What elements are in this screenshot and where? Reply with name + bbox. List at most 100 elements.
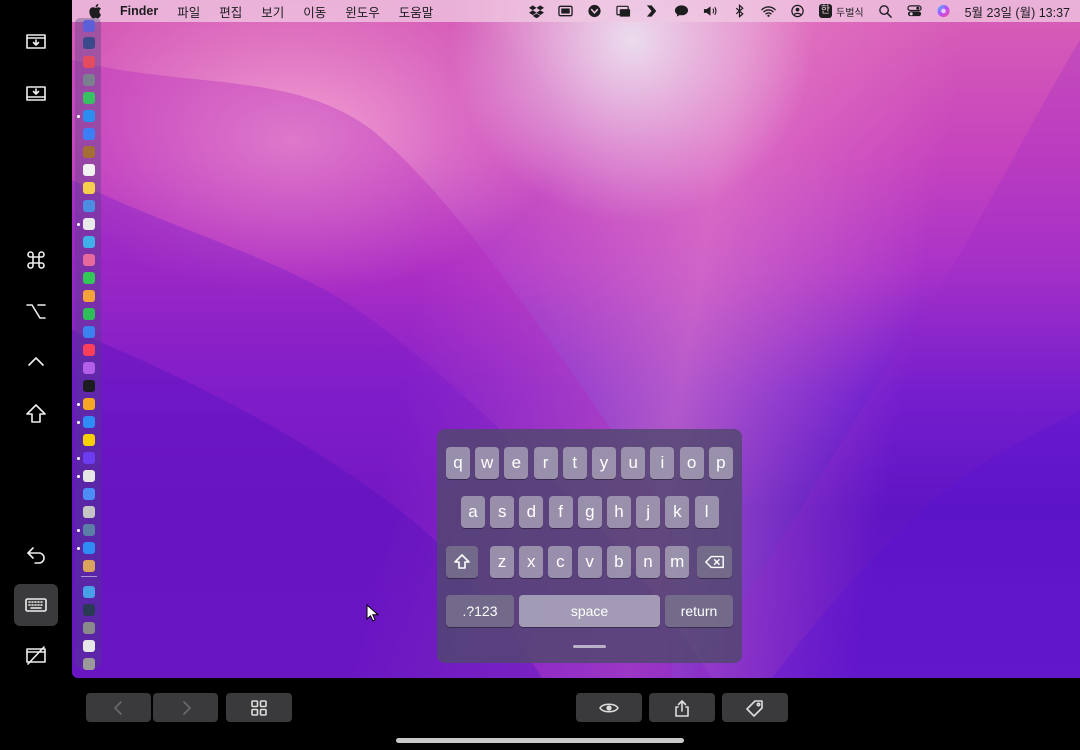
mission-control-dock-icon[interactable]	[83, 74, 95, 86]
siri-icon[interactable]	[936, 0, 951, 22]
kakaotalk-dock-icon[interactable]	[83, 434, 95, 446]
key-s[interactable]: s	[490, 496, 515, 528]
delete-key[interactable]	[697, 546, 732, 578]
key-i[interactable]: i	[650, 447, 675, 479]
photos-dock-icon[interactable]	[83, 254, 95, 266]
preview-dock-icon[interactable]	[83, 524, 95, 536]
books-alt-dock-icon[interactable]	[83, 398, 95, 410]
search-icon[interactable]	[878, 0, 893, 22]
menu-help[interactable]: 도움말	[399, 2, 434, 21]
messages-icon[interactable]	[674, 0, 689, 22]
user-icon[interactable]	[790, 0, 805, 22]
app-name-menu[interactable]: Finder	[120, 4, 158, 18]
music-dock-icon[interactable]	[83, 344, 95, 356]
screen-download-alt-icon[interactable]	[14, 73, 58, 115]
key-n[interactable]: n	[636, 546, 660, 578]
system-prefs-dock-icon[interactable]	[83, 56, 95, 68]
remote-screen[interactable]: Finder 파일 편집 보기 이동 윈도우 도움말 한 두벌식 5월 23일 …	[72, 0, 1080, 678]
dropbox-icon[interactable]	[528, 0, 544, 22]
control-key-icon[interactable]	[14, 341, 58, 383]
key-k[interactable]: k	[665, 496, 690, 528]
key-x[interactable]: x	[519, 546, 544, 578]
key-q[interactable]: q	[446, 447, 470, 479]
menu-file[interactable]: 파일	[177, 2, 200, 21]
numbers-dock-icon[interactable]	[83, 308, 95, 320]
no-display-icon[interactable]	[14, 635, 58, 677]
books-dock-icon[interactable]	[83, 200, 95, 212]
home-indicator[interactable]	[396, 738, 684, 743]
siri-dock-icon[interactable]	[83, 20, 95, 32]
key-y[interactable]: y	[592, 447, 616, 479]
input-method[interactable]: 한 두벌식	[818, 0, 864, 22]
menubar-clock[interactable]: 5월 23일 (월) 13:37	[965, 0, 1070, 22]
key-b[interactable]: b	[606, 546, 631, 578]
key-z[interactable]: z	[490, 546, 514, 578]
keyboard-icon[interactable]	[14, 584, 58, 626]
firefox-dock-icon[interactable]	[83, 452, 95, 464]
sidecar-icon[interactable]	[558, 0, 573, 22]
parallels-icon[interactable]	[645, 0, 660, 22]
podcasts-dock-icon[interactable]	[83, 362, 95, 374]
menu-window[interactable]: 윈도우	[345, 2, 380, 21]
chrome-dock-icon[interactable]	[83, 470, 95, 482]
archive-dock-icon[interactable]	[83, 560, 95, 572]
back-button[interactable]	[86, 693, 151, 722]
shift-key-icon[interactable]	[14, 393, 58, 435]
tv-dock-icon[interactable]	[83, 380, 95, 392]
calendar-dock-icon[interactable]	[83, 164, 95, 176]
display-icon[interactable]	[616, 0, 631, 22]
launchpad-dock-icon[interactable]	[83, 37, 95, 49]
vpn-icon[interactable]	[587, 0, 602, 22]
menu-go[interactable]: 이동	[303, 2, 326, 21]
key-a[interactable]: a	[461, 496, 485, 528]
folder-dock-icon[interactable]	[83, 586, 95, 598]
forward-button[interactable]	[153, 693, 218, 722]
key-e[interactable]: e	[504, 447, 529, 479]
messages-dock-icon[interactable]	[83, 272, 95, 284]
screen-download-icon[interactable]	[14, 21, 58, 63]
key-u[interactable]: u	[621, 447, 646, 479]
settings-dock-icon[interactable]	[83, 488, 95, 500]
shift-key[interactable]	[446, 546, 478, 578]
image-dock-icon[interactable]	[83, 622, 95, 634]
reminders-dock-icon[interactable]	[83, 218, 95, 230]
option-key-icon[interactable]	[14, 290, 58, 332]
tag-button[interactable]	[722, 693, 788, 722]
key-r[interactable]: r	[533, 447, 558, 479]
facetime-dock-icon[interactable]	[83, 92, 95, 104]
undo-icon[interactable]	[14, 534, 58, 576]
volume-icon[interactable]	[703, 0, 718, 22]
keyboard-drag-handle[interactable]	[573, 645, 606, 648]
whale-dock-icon[interactable]	[83, 542, 95, 554]
mail-dock-icon[interactable]	[83, 128, 95, 140]
key-v[interactable]: v	[577, 546, 602, 578]
grid-button[interactable]	[226, 693, 292, 722]
space-key[interactable]: space	[519, 595, 660, 627]
pages-dock-icon[interactable]	[83, 290, 95, 302]
app-dock-icon[interactable]	[83, 640, 95, 652]
key-c[interactable]: c	[548, 546, 573, 578]
app-store-dock-icon[interactable]	[83, 416, 95, 428]
trash-dock-icon[interactable]	[83, 658, 95, 670]
apple-icon[interactable]	[88, 3, 102, 19]
key-d[interactable]: d	[519, 496, 544, 528]
safari-dock-icon[interactable]	[83, 110, 95, 122]
key-l[interactable]: l	[694, 496, 719, 528]
command-key-icon[interactable]	[14, 239, 58, 281]
key-j[interactable]: j	[636, 496, 661, 528]
menu-view[interactable]: 보기	[261, 2, 284, 21]
bluetooth-icon[interactable]	[732, 0, 747, 22]
key-p[interactable]: p	[708, 447, 733, 479]
key-f[interactable]: f	[548, 496, 573, 528]
screenshot-dock-icon[interactable]	[83, 604, 95, 616]
key-g[interactable]: g	[577, 496, 602, 528]
share-button[interactable]	[649, 693, 715, 722]
notes-dock-icon[interactable]	[83, 182, 95, 194]
maps-dock-icon[interactable]	[83, 236, 95, 248]
key-o[interactable]: o	[679, 447, 704, 479]
return-key[interactable]: return	[665, 595, 733, 627]
menu-edit[interactable]: 편집	[219, 2, 242, 21]
key-t[interactable]: t	[562, 447, 587, 479]
wifi-icon[interactable]	[761, 0, 776, 22]
key-h[interactable]: h	[607, 496, 631, 528]
